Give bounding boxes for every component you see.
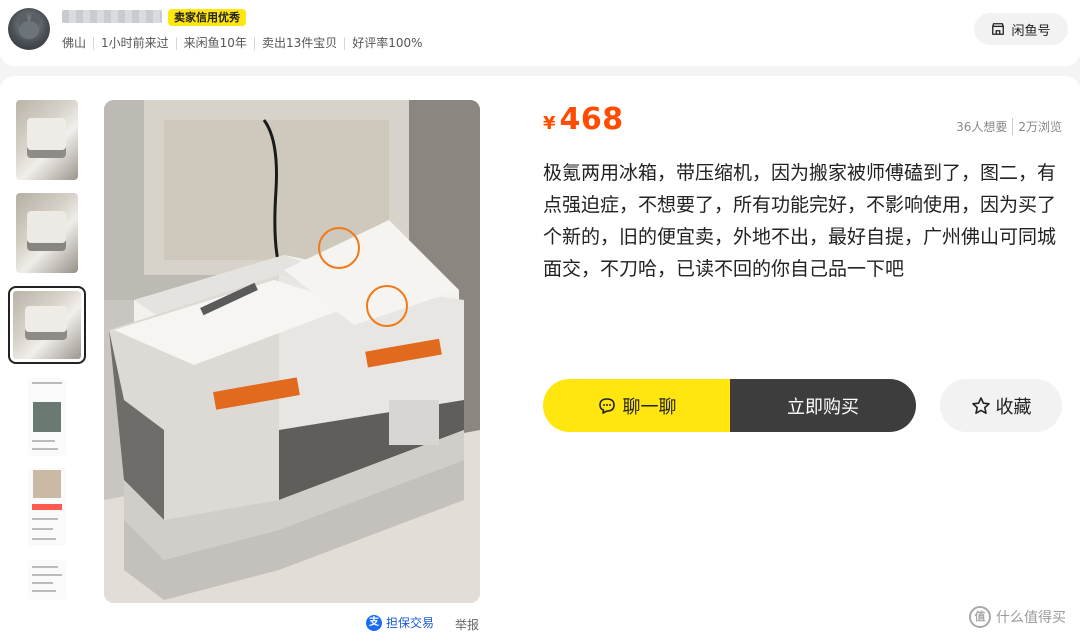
seller-rating: 好评率100%: [344, 37, 429, 50]
seller-tenure: 来闲鱼10年: [175, 37, 254, 50]
seller-header: 卖家信用优秀 佛山 1小时前来过 来闲鱼10年 卖出13件宝贝 好评率100% …: [0, 0, 1080, 66]
favorite-button[interactable]: 收藏: [940, 379, 1062, 432]
thumbnail-image: [28, 560, 66, 600]
store-icon: [992, 23, 1005, 35]
thumbnail-3-active[interactable]: [8, 286, 86, 364]
seller-last-seen: 1小时前来过: [93, 37, 176, 50]
price-value: 468: [559, 102, 624, 137]
smzdm-logo-icon: 值: [969, 606, 991, 628]
thumbnail-image: [16, 193, 78, 273]
seller-meta: 佛山 1小时前来过 来闲鱼10年 卖出13件宝贝 好评率100%: [62, 37, 430, 50]
chat-button[interactable]: 聊一聊: [543, 379, 730, 432]
wants-count: 36人想要: [956, 118, 1014, 135]
xianyu-account-button[interactable]: 闲鱼号: [974, 13, 1068, 45]
main-product-photo[interactable]: [104, 100, 480, 603]
thumbnail-6[interactable]: [28, 560, 66, 600]
chat-bubble-icon: [598, 397, 615, 414]
buy-now-button[interactable]: 立即购买: [730, 379, 916, 432]
alipay-shield-icon: 支: [366, 614, 382, 631]
chat-button-label: 聊一聊: [622, 396, 677, 418]
xianyu-account-label: 闲鱼号: [1011, 23, 1051, 39]
watermark-text: 什么值得买: [996, 610, 1066, 626]
thumbnail-5[interactable]: [28, 468, 66, 546]
thumbnail-image: [13, 291, 81, 359]
item-description: 极氪两用冰箱，带压缩机，因为搬家被师傅磕到了，图二，有点强迫症，不想要了，所有功…: [543, 162, 1057, 280]
thumbnail-image: [28, 378, 66, 456]
guarantee-label: 担保交易: [386, 616, 435, 630]
thumbnail-image: [16, 100, 78, 180]
guarantee-trade-link[interactable]: 支 担保交易: [366, 614, 434, 631]
seller-credit-badge: 卖家信用优秀: [168, 9, 246, 26]
favorite-button-label: 收藏: [995, 396, 1032, 418]
thumbnail-2[interactable]: [16, 193, 78, 273]
seller-avatar[interactable]: [8, 8, 50, 50]
seller-name-blurred[interactable]: [62, 10, 162, 23]
report-link[interactable]: 举报: [455, 616, 479, 633]
item-price: ¥ 468: [543, 102, 624, 137]
thumbnail-1[interactable]: [16, 100, 78, 180]
fridge-photo-illustration: [104, 100, 480, 603]
thumbnail-4[interactable]: [28, 378, 66, 456]
item-stats: 36人想要 2万浏览: [956, 118, 1062, 135]
seller-sold-count: 卖出13件宝贝: [253, 37, 344, 50]
currency-symbol: ¥: [543, 113, 556, 134]
thumbnail-image: [28, 468, 66, 546]
views-count: 2万浏览: [1018, 120, 1062, 134]
seller-location: 佛山: [62, 36, 87, 50]
star-icon: [971, 396, 990, 414]
primary-action-group: 聊一聊 立即购买: [543, 379, 916, 432]
smzdm-watermark: 值 什么值得买: [969, 606, 1066, 628]
